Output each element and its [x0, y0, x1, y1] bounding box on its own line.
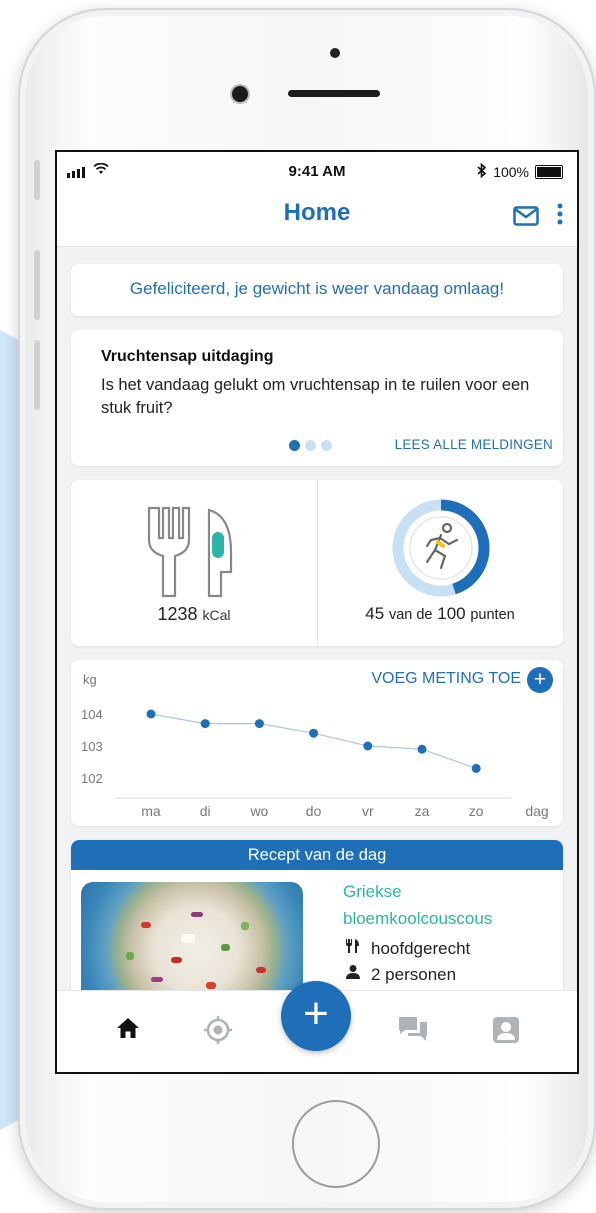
weight-data-point — [146, 709, 156, 719]
stats-card: 1238 kCal 45 van de 100 punten — [71, 480, 563, 646]
weight-data-point — [417, 744, 427, 754]
x-axis-label: dag — [525, 803, 548, 819]
y-tick-label: 102 — [81, 771, 103, 786]
pager-dot-3[interactable] — [321, 440, 332, 451]
front-camera — [232, 86, 248, 102]
calories-value: 1238 — [157, 604, 198, 624]
chat-icon[interactable] — [397, 1015, 429, 1048]
challenge-card[interactable]: Vruchtensap uitdaging Is het vandaag gel… — [71, 330, 563, 466]
recipe-course-text: hoofdgerecht — [371, 939, 471, 958]
utensils-icon — [343, 938, 363, 959]
recipe-name[interactable]: Griekse bloemkoolcouscous — [343, 878, 553, 932]
weight-data-point — [254, 719, 264, 729]
challenge-title: Vruchtensap uitdaging — [101, 348, 274, 365]
bluetooth-icon — [477, 162, 487, 181]
pager-dots[interactable] — [289, 440, 332, 451]
x-tick-label: zo — [469, 803, 484, 819]
earpiece-speaker — [288, 90, 380, 97]
points-total: 100 — [437, 604, 466, 623]
weight-data-point — [200, 719, 210, 729]
points-of-label: van de — [388, 607, 433, 623]
battery-icon — [535, 165, 563, 179]
battery-percent: 100% — [493, 164, 529, 180]
add-button[interactable]: + — [281, 981, 351, 1051]
calories-unit: kCal — [202, 607, 231, 623]
x-tick-label: di — [200, 803, 211, 819]
fork-knife-icon — [147, 506, 233, 598]
proximity-sensor — [330, 48, 340, 58]
read-all-notifications-link[interactable]: LEES ALLE MELDINGEN — [395, 437, 553, 452]
weight-line-chart: 104 103 102 ma di wo do vr za zo dag — [81, 707, 549, 819]
weight-data-point — [363, 741, 373, 751]
volume-up-button — [34, 250, 40, 320]
y-tick-label: 103 — [81, 739, 103, 754]
status-bar: 9:41 AM 100% — [57, 152, 577, 194]
y-tick-label: 104 — [81, 707, 103, 722]
recipe-servings-text: 2 personen — [371, 965, 457, 984]
activity-points: 45 van de 100 punten — [317, 604, 563, 624]
notification-text: Gefeliciteerd, je gewicht is weer vandaa… — [129, 279, 505, 298]
weight-series-line — [150, 713, 477, 769]
points-value: 45 — [365, 604, 385, 623]
activity-progress-ring — [392, 499, 490, 597]
points-unit: punten — [470, 607, 515, 623]
x-tick-label: ma — [141, 803, 161, 819]
home-icon[interactable] — [115, 1015, 141, 1046]
mail-icon[interactable] — [513, 206, 539, 231]
x-tick-label: wo — [249, 803, 268, 819]
challenge-text: Is het vandaag gelukt om vruchtensap in … — [101, 376, 530, 417]
app-screen: 9:41 AM 100% Home Gefeliciteerd, je gewi… — [55, 150, 579, 1074]
volume-down-button — [34, 340, 40, 410]
person-icon — [343, 964, 363, 985]
mute-switch — [34, 160, 40, 200]
calories-total: 1238 kCal — [71, 604, 317, 625]
target-icon[interactable] — [203, 1015, 233, 1050]
home-button[interactable] — [292, 1100, 380, 1188]
app-header: Home — [57, 194, 577, 247]
x-tick-label: za — [415, 803, 430, 819]
pager-dot-2[interactable] — [305, 440, 316, 451]
more-options-icon[interactable] — [557, 202, 563, 230]
bottom-navigation: + — [57, 981, 577, 1072]
profile-icon[interactable] — [491, 1015, 521, 1050]
weight-chart-card: kg VOEG METING TOE + 104 103 102 ma di wo do vr… — [71, 660, 563, 826]
recipe-course: hoofdgerecht — [343, 938, 470, 959]
page-title: Home — [283, 199, 351, 226]
recipe-header: Recept van de dag — [71, 840, 563, 870]
x-tick-label: vr — [362, 803, 374, 819]
x-tick-label: do — [306, 803, 322, 819]
weight-data-point — [309, 728, 319, 738]
pager-dot-1[interactable] — [289, 440, 300, 451]
weight-data-point — [471, 763, 481, 773]
notification-banner[interactable]: Gefeliciteerd, je gewicht is weer vandaa… — [71, 264, 563, 316]
recipe-servings: 2 personen — [343, 964, 456, 985]
